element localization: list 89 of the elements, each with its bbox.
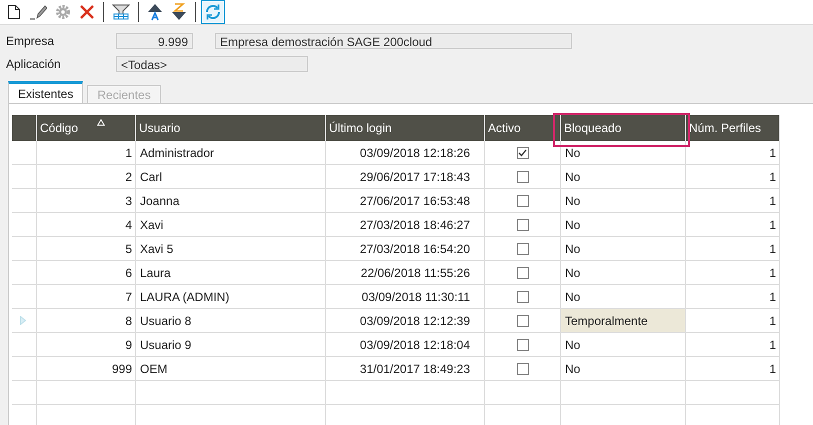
checkbox[interactable] bbox=[516, 194, 528, 206]
column-header[interactable]: Usuario bbox=[136, 115, 326, 141]
current-row-icon bbox=[20, 316, 26, 325]
table-cell: 1 bbox=[37, 141, 136, 165]
column-header[interactable]: Código bbox=[37, 115, 136, 141]
table-cell: 9 bbox=[37, 333, 136, 357]
checkbox[interactable] bbox=[516, 338, 528, 350]
table-cell: No bbox=[561, 189, 686, 213]
table-cell: 1 bbox=[686, 285, 780, 309]
table-cell: Usuario 8 bbox=[136, 309, 326, 333]
table-cell: 22/06/2018 11:55:26 bbox=[326, 261, 485, 285]
close-icon bbox=[79, 4, 95, 20]
table-cell: Xavi bbox=[136, 213, 326, 237]
table-cell: Administrador bbox=[136, 141, 326, 165]
column-title: Usuario bbox=[139, 121, 180, 135]
table-cell: 27/06/2017 16:53:48 bbox=[326, 189, 485, 213]
column-title: Bloqueado bbox=[564, 121, 622, 135]
table-cell: 6 bbox=[37, 261, 136, 285]
table-cell: Laura bbox=[136, 261, 326, 285]
table-cell: 1 bbox=[686, 213, 780, 237]
column-title: Código bbox=[40, 121, 78, 135]
table-cell: 1 bbox=[686, 189, 780, 213]
refresh-icon bbox=[204, 3, 222, 21]
table-cell: 27/03/2018 18:46:27 bbox=[326, 213, 485, 237]
table-cell: 8 bbox=[37, 309, 136, 333]
field-label: Aplicación bbox=[6, 57, 62, 71]
table-cell: LAURA (ADMIN) bbox=[136, 285, 326, 309]
column-title: Núm. Perfiles bbox=[689, 121, 762, 135]
table-cell: No bbox=[561, 333, 686, 357]
column-title: Activo bbox=[488, 121, 521, 135]
table-cell: Usuario 9 bbox=[136, 333, 326, 357]
table-cell: 999 bbox=[37, 357, 136, 381]
field-label: Empresa bbox=[6, 34, 56, 48]
pencil-icon bbox=[29, 4, 47, 20]
table-cell: 31/01/2017 18:49:23 bbox=[326, 357, 485, 381]
table-cell: Xavi 5 bbox=[136, 237, 326, 261]
table-cell: OEM bbox=[136, 357, 326, 381]
table-cell: 7 bbox=[37, 285, 136, 309]
application-field[interactable]: <Todas> bbox=[116, 56, 308, 72]
table-cell: 29/06/2017 17:18:43 bbox=[326, 165, 485, 189]
empty-cell bbox=[12, 381, 37, 405]
document-icon bbox=[7, 4, 21, 20]
column-header[interactable]: Núm. Perfiles bbox=[686, 115, 780, 141]
table-cell: Carl bbox=[136, 165, 326, 189]
table-cell: 1 bbox=[686, 165, 780, 189]
checkbox[interactable] bbox=[516, 218, 528, 230]
table-cell: No bbox=[561, 261, 686, 285]
table-cell: Temporalmente bbox=[561, 309, 686, 333]
table-cell: 03/09/2018 12:12:39 bbox=[326, 309, 485, 333]
table-cell: 3 bbox=[37, 189, 136, 213]
tab[interactable]: Existentes bbox=[8, 81, 84, 103]
table-cell: 1 bbox=[686, 141, 780, 165]
table-cell: Joanna bbox=[136, 189, 326, 213]
sort-ascending-icon bbox=[147, 3, 163, 21]
column-header[interactable]: Activo bbox=[485, 115, 561, 141]
filter-icon bbox=[112, 4, 130, 20]
table-cell: 2 bbox=[37, 165, 136, 189]
table-cell: No bbox=[561, 141, 686, 165]
sort-descending-icon bbox=[171, 3, 187, 21]
table-cell: 4 bbox=[37, 213, 136, 237]
table-cell: No bbox=[561, 237, 686, 261]
table-cell: 27/03/2018 16:54:20 bbox=[326, 237, 485, 261]
gear-icon bbox=[55, 4, 71, 20]
checkbox[interactable] bbox=[516, 362, 528, 374]
name-field[interactable]: Empresa demostración SAGE 200cloud bbox=[215, 33, 572, 49]
table-cell: 03/09/2018 12:18:04 bbox=[326, 333, 485, 357]
table-cell: 1 bbox=[686, 333, 780, 357]
refresh-button[interactable] bbox=[201, 0, 225, 24]
checkbox[interactable] bbox=[516, 290, 528, 302]
checkbox[interactable] bbox=[516, 170, 528, 182]
table-cell: 03/09/2018 12:18:26 bbox=[326, 141, 485, 165]
checkbox[interactable] bbox=[516, 314, 528, 326]
table-cell: 1 bbox=[686, 309, 780, 333]
code-field[interactable]: 9.999 bbox=[116, 33, 193, 49]
table-cell: No bbox=[561, 357, 686, 381]
checkbox[interactable] bbox=[516, 242, 528, 254]
table-cell: 5 bbox=[37, 237, 136, 261]
table-cell: 1 bbox=[686, 237, 780, 261]
table-cell: No bbox=[561, 213, 686, 237]
column-title: Último login bbox=[329, 121, 392, 135]
table-cell: No bbox=[561, 165, 686, 189]
table-cell: 03/09/2018 11:30:11 bbox=[326, 285, 485, 309]
table-cell: 1 bbox=[686, 261, 780, 285]
checkbox[interactable] bbox=[516, 146, 528, 158]
column-header[interactable]: Último login bbox=[326, 115, 485, 141]
checkbox[interactable] bbox=[516, 266, 528, 278]
table-cell: 1 bbox=[686, 357, 780, 381]
column-header[interactable]: Bloqueado bbox=[561, 115, 686, 141]
grid-corner bbox=[12, 115, 37, 141]
